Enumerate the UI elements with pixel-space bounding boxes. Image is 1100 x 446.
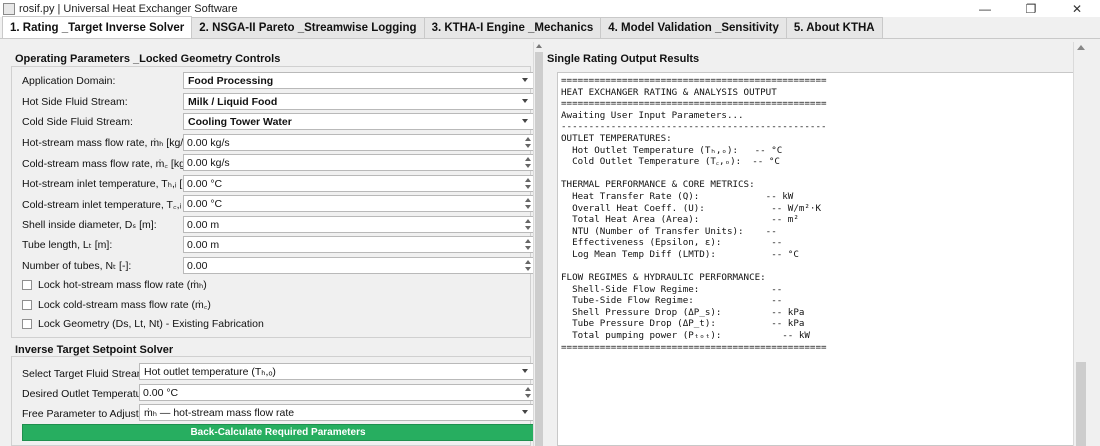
lock-cold-checkbox[interactable]: Lock cold-stream mass flow rate (ṁ꜀) [22,298,211,312]
back-calculate-button[interactable]: Back-Calculate Required Parameters [22,424,534,441]
target-fluid-value: Hot outlet temperature (Tₕ,ₒ) [144,365,276,378]
inverse-section-title: Inverse Target Setpoint Solver [15,344,174,356]
shell-diameter-value: 0.00 m [187,218,220,231]
tab-bar: 1. Rating _Target Inverse Solver 2. NSGA… [0,16,1100,39]
target-fluid-label: Select Target Fluid Stream: [22,368,149,380]
output-scrollbar[interactable] [1073,42,1087,446]
scroll-thumb[interactable] [535,52,543,446]
spin-up-icon[interactable] [525,239,531,243]
output-section-title: Single Rating Output Results [547,53,700,65]
lock-hot-label: Lock hot-stream mass flow rate (ṁₕ) [38,279,207,291]
hot-mass-flow-label: Hot-stream mass flow rate, ṁₕ [kg/s]: [22,137,195,149]
chevron-down-icon [522,369,528,373]
scroll-up-icon[interactable] [536,44,542,48]
hot-mass-flow-value: 0.00 kg/s [187,136,230,149]
right-panel: Single Rating Output Results ===========… [547,42,1100,446]
cold-inlet-temp-input[interactable]: 0.00 °C [183,195,534,212]
free-param-label: Free Parameter to Adjust: [22,408,142,420]
scroll-thumb[interactable] [1076,362,1086,446]
lock-geometry-label: Lock Geometry (Ds, Lt, Nt) - Existing Fa… [38,318,264,330]
tab-ktha-engine[interactable]: 3. KTHA-I Engine _Mechanics [423,17,602,38]
cold-fluid-value: Cooling Tower Water [188,115,292,128]
operating-section-title: Operating Parameters _Locked Geometry Co… [15,53,281,65]
tube-length-label: Tube length, Lₜ [m]: [22,239,113,251]
spin-down-icon[interactable] [525,394,531,398]
spin-up-icon[interactable] [525,387,531,391]
lock-hot-checkbox[interactable]: Lock hot-stream mass flow rate (ṁₕ) [22,279,207,291]
chevron-down-icon [522,99,528,103]
tab-rating[interactable]: 1. Rating _Target Inverse Solver [2,16,193,38]
chevron-down-icon [522,78,528,82]
shell-diameter-input[interactable]: 0.00 m [183,216,534,233]
left-scrollbar[interactable] [533,42,543,446]
cold-inlet-temp-value: 0.00 °C [187,197,223,210]
lock-geometry-checkbox[interactable]: Lock Geometry (Ds, Lt, Nt) - Existing Fa… [22,318,264,330]
spin-down-icon[interactable] [525,205,531,209]
spin-down-icon[interactable] [525,267,531,271]
cold-fluid-select[interactable]: Cooling Tower Water [183,113,534,130]
num-tubes-input[interactable]: 0.00 [183,257,534,274]
spin-up-icon[interactable] [525,157,531,161]
hot-inlet-temp-input[interactable]: 0.00 °C [183,175,534,192]
tube-length-input[interactable]: 0.00 m [183,236,534,253]
minimize-button[interactable]: — [962,0,1008,17]
cold-mass-flow-input[interactable]: 0.00 kg/s [183,154,534,171]
tube-length-value: 0.00 m [187,238,220,251]
window-title: rosif.py | Universal Heat Exchanger Soft… [19,2,238,15]
lock-cold-label: Lock cold-stream mass flow rate (ṁ꜀) [38,299,211,311]
tab-model-validation[interactable]: 4. Model Validation _Sensitivity [600,17,787,38]
spin-down-icon[interactable] [525,185,531,189]
spin-down-icon[interactable] [525,164,531,168]
spin-down-icon[interactable] [525,246,531,250]
spin-down-icon[interactable] [525,226,531,230]
hot-fluid-value: Milk / Liquid Food [188,95,278,108]
num-tubes-label: Number of tubes, Nₜ [-]: [22,260,132,272]
app-icon [3,2,15,15]
spin-up-icon[interactable] [525,178,531,182]
hot-fluid-label: Hot Side Fluid Stream: [22,96,128,108]
hot-mass-flow-input[interactable]: 0.00 kg/s [183,134,534,151]
close-button[interactable]: ✕ [1054,0,1100,17]
tab-nsga[interactable]: 2. NSGA-II Pareto _Streamwise Logging [191,17,425,38]
chevron-down-icon [522,119,528,123]
maximize-button[interactable]: ❐ [1008,0,1054,17]
title-bar: rosif.py | Universal Heat Exchanger Soft… [0,0,1100,17]
cold-mass-flow-value: 0.00 kg/s [187,156,230,169]
desired-temp-value: 0.00 °C [143,386,179,399]
output-text: ========================================… [561,75,827,353]
checkbox-icon[interactable] [22,300,32,310]
shell-diameter-label: Shell inside diameter, Dₛ [m]: [22,219,157,231]
application-domain-value: Food Processing [188,74,274,87]
spin-down-icon[interactable] [525,144,531,148]
checkbox-icon[interactable] [22,280,32,290]
hot-inlet-temp-value: 0.00 °C [187,177,223,190]
left-panel: Operating Parameters _Locked Geometry Co… [7,42,543,446]
desired-temp-label: Desired Outlet Temperature: [22,388,154,400]
cold-inlet-temp-label: Cold-stream inlet temperature, T꜀,ᵢ [°C]… [22,199,205,211]
cold-fluid-label: Cold Side Fluid Stream: [22,116,133,128]
free-param-value: ṁₕ — hot-stream mass flow rate [144,406,295,419]
hot-inlet-temp-label: Hot-stream inlet temperature, Tₕ,ᵢ [°C]: [22,178,200,190]
spin-up-icon[interactable] [525,137,531,141]
tab-content: Operating Parameters _Locked Geometry Co… [7,42,1100,446]
output-text-area[interactable]: ========================================… [557,72,1089,446]
free-param-select[interactable]: ṁₕ — hot-stream mass flow rate [139,404,534,421]
application-domain-select[interactable]: Food Processing [183,72,534,89]
spin-up-icon[interactable] [525,198,531,202]
target-fluid-select[interactable]: Hot outlet temperature (Tₕ,ₒ) [139,363,534,380]
application-domain-label: Application Domain: [22,75,116,87]
checkbox-icon[interactable] [22,319,32,329]
spin-up-icon[interactable] [525,219,531,223]
window-edge [1087,42,1100,446]
cold-mass-flow-label: Cold-stream mass flow rate, ṁ꜀ [kg/s]: [22,158,199,170]
chevron-down-icon [522,410,528,414]
num-tubes-value: 0.00 [187,259,208,272]
spin-up-icon[interactable] [525,260,531,264]
tab-about[interactable]: 5. About KTHA [785,17,883,38]
desired-temp-input[interactable]: 0.00 °C [139,384,534,401]
scroll-up-icon[interactable] [1077,45,1085,50]
hot-fluid-select[interactable]: Milk / Liquid Food [183,93,534,110]
